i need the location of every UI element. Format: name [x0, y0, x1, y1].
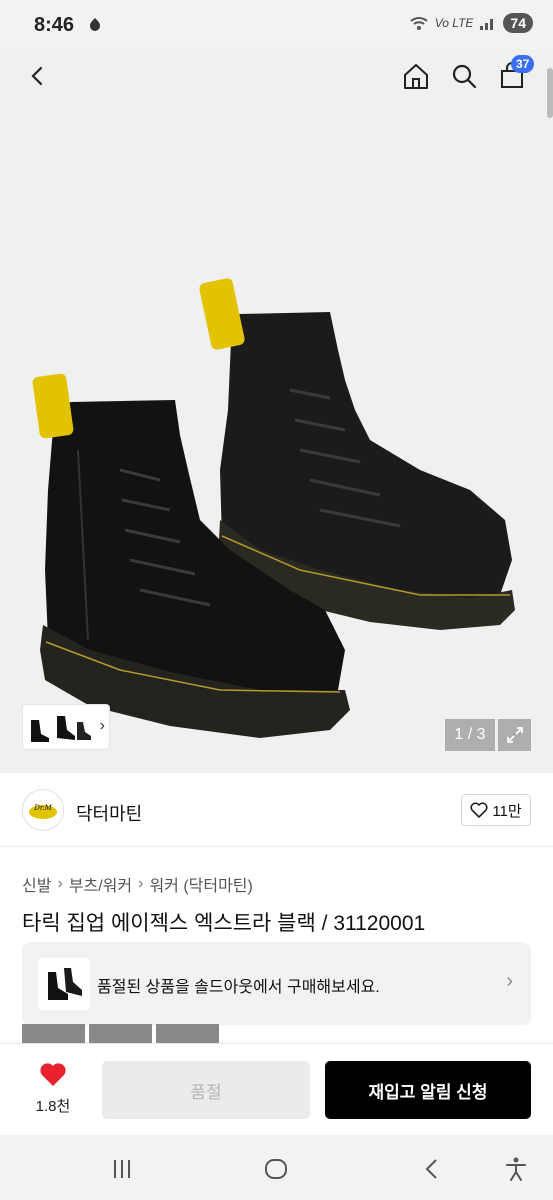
brand-logo: Dr.M — [22, 789, 64, 831]
brand-like-count: 11만 — [492, 802, 522, 820]
thumbnail-image — [31, 716, 91, 742]
chevron-right-icon: › — [138, 875, 144, 892]
restock-alert-button[interactable]: 재입고 알림 신청 — [325, 1061, 531, 1119]
boot-thumbnail-image — [48, 968, 82, 1000]
detail-image-tile[interactable] — [22, 1024, 85, 1044]
home-icon — [404, 64, 428, 89]
detail-image-tile[interactable] — [156, 1024, 219, 1044]
image-page-indicator: 1 / 3 — [445, 719, 495, 751]
brand-name[interactable]: 닥터마틴 — [76, 800, 142, 826]
back-arrow-icon — [31, 66, 43, 86]
home-system-button[interactable] — [262, 1155, 290, 1183]
back-chevron-icon — [425, 1159, 437, 1179]
breadcrumb: 신발 › 부츠/워커 › 워커 (닥터마틴) — [22, 872, 253, 896]
status-bar: 8:46 Vo LTE 74 — [0, 0, 553, 50]
product-image — [32, 278, 515, 738]
detail-image-row — [22, 1024, 219, 1044]
chevron-right-icon: › — [57, 875, 63, 892]
home-button[interactable] — [396, 56, 436, 96]
wishlist-count: 1.8천 — [35, 1098, 71, 1115]
home-circle-icon — [265, 1159, 287, 1179]
image-thumbnail-button[interactable]: › — [22, 704, 110, 750]
svg-text:Dr.M: Dr.M — [33, 804, 52, 812]
breadcrumb-item[interactable]: 신발 — [22, 872, 51, 896]
product-image-carousel[interactable]: 37 › 1 / 3 — [0, 50, 553, 773]
breadcrumb-item[interactable]: 부츠/워커 — [69, 872, 132, 896]
top-navigation: 37 — [0, 50, 553, 100]
scrollbar[interactable] — [547, 68, 553, 118]
heart-outline-icon — [470, 802, 488, 818]
search-button[interactable] — [444, 56, 484, 96]
recent-apps-button[interactable] — [108, 1155, 136, 1183]
chevron-right-icon: › — [506, 970, 513, 992]
product-title: 타릭 집업 에이젝스 엑스트라 블랙 / 31120001 — [22, 912, 426, 935]
status-indicators: Vo LTE 74 — [409, 13, 533, 33]
app-notification-icon — [90, 18, 100, 31]
system-navigation-bar — [0, 1135, 553, 1200]
accessibility-button[interactable] — [502, 1155, 530, 1183]
search-icon — [452, 64, 477, 89]
back-button[interactable] — [18, 56, 58, 96]
chevron-right-icon: › — [99, 717, 105, 734]
brand-logo-image: Dr.M — [29, 804, 57, 819]
detail-image-tile[interactable] — [89, 1024, 152, 1044]
recent-apps-icon — [114, 1160, 130, 1178]
battery-indicator: 74 — [503, 13, 533, 33]
accessibility-icon — [506, 1157, 526, 1181]
signal-icon — [480, 19, 494, 30]
status-time: 8:46 — [34, 14, 75, 36]
soldout-banner[interactable]: 품절된 상품을 솔드아웃에서 구매해보세요. › — [22, 942, 531, 1025]
heart-filled-icon — [40, 1063, 66, 1086]
purchase-action-bar: 1.8천 품절 재입고 알림 신청 — [0, 1043, 553, 1135]
soldout-button: 품절 — [102, 1061, 310, 1119]
brand-row[interactable]: Dr.M 닥터마틴 11만 — [0, 773, 553, 847]
cart-count-badge: 37 — [511, 55, 535, 73]
breadcrumb-item[interactable]: 워커 (닥터마틴) — [149, 872, 252, 896]
wishlist-button[interactable]: 1.8천 — [30, 1062, 76, 1116]
system-back-button[interactable] — [418, 1155, 446, 1183]
wifi-icon — [410, 17, 428, 30]
network-label: Vo LTE — [434, 16, 474, 30]
soldout-banner-text: 품절된 상품을 솔드아웃에서 구매해보세요. — [97, 979, 380, 996]
expand-image-button[interactable] — [498, 719, 531, 751]
expand-icon — [506, 727, 523, 743]
soldout-product-thumbnail — [38, 958, 90, 1010]
brand-like-button[interactable]: 11만 — [461, 794, 531, 826]
